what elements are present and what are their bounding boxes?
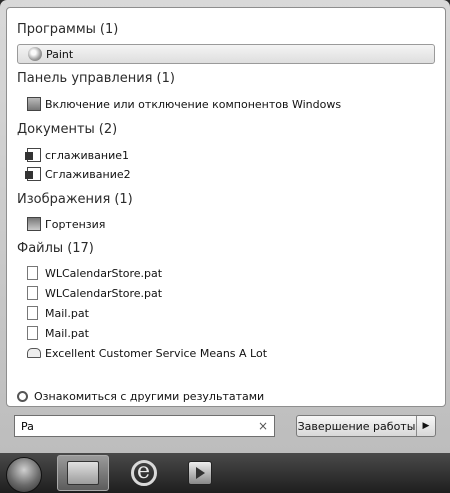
- result-file-5[interactable]: Excellent Customer Service Means A Lot: [27, 344, 267, 362]
- file-icon: [27, 306, 38, 320]
- group-header-files[interactable]: Файлы (17): [17, 241, 94, 256]
- search-input[interactable]: Pa ×: [14, 415, 275, 437]
- document-icon: [25, 148, 41, 162]
- taskbar-explorer-button[interactable]: [57, 455, 109, 491]
- result-document-1[interactable]: сглаживание1: [25, 146, 129, 164]
- clear-search-icon[interactable]: ×: [258, 419, 268, 433]
- result-windows-features[interactable]: Включение или отключение компонентов Win…: [27, 95, 341, 113]
- shutdown-button[interactable]: Завершение работы ▶: [296, 415, 436, 437]
- folder-icon: [67, 461, 99, 485]
- result-document-2[interactable]: Сглаживание2: [25, 165, 131, 183]
- paint-icon: [28, 47, 42, 61]
- taskbar: [0, 453, 450, 493]
- file-icon: [27, 326, 38, 340]
- mail-icon: [27, 348, 41, 358]
- file-icon: [27, 266, 38, 280]
- start-menu: Программы (1) Paint Панель управления (1) …: [0, 0, 450, 453]
- result-image[interactable]: Гортензия: [27, 215, 105, 233]
- result-paint[interactable]: Paint: [17, 44, 435, 64]
- document-icon: [25, 167, 41, 181]
- taskbar-media-player-button[interactable]: [174, 455, 226, 491]
- internet-explorer-icon: [131, 459, 157, 486]
- result-file-1[interactable]: WLCalendarStore.pat: [27, 264, 162, 282]
- see-more-results-link[interactable]: Ознакомиться с другими результатами: [17, 390, 264, 403]
- start-button[interactable]: [6, 457, 42, 493]
- result-file-2[interactable]: WLCalendarStore.pat: [27, 284, 162, 302]
- shutdown-label[interactable]: Завершение работы: [297, 416, 417, 436]
- result-file-3[interactable]: Mail.pat: [27, 304, 89, 322]
- media-player-icon: [188, 461, 212, 485]
- taskbar-ie-button[interactable]: [118, 455, 170, 491]
- group-header-programs[interactable]: Программы (1): [17, 22, 118, 37]
- search-results-panel: Программы (1) Paint Панель управления (1) …: [6, 7, 446, 407]
- shutdown-options-arrow-icon[interactable]: ▶: [417, 416, 435, 436]
- search-icon: [17, 391, 28, 402]
- group-header-images[interactable]: Изображения (1): [17, 192, 133, 207]
- file-icon: [27, 286, 38, 300]
- image-icon: [27, 217, 41, 231]
- group-header-documents[interactable]: Документы (2): [17, 122, 117, 137]
- result-file-4[interactable]: Mail.pat: [27, 324, 89, 342]
- control-panel-icon: [27, 97, 41, 111]
- group-header-control-panel[interactable]: Панель управления (1): [17, 71, 175, 86]
